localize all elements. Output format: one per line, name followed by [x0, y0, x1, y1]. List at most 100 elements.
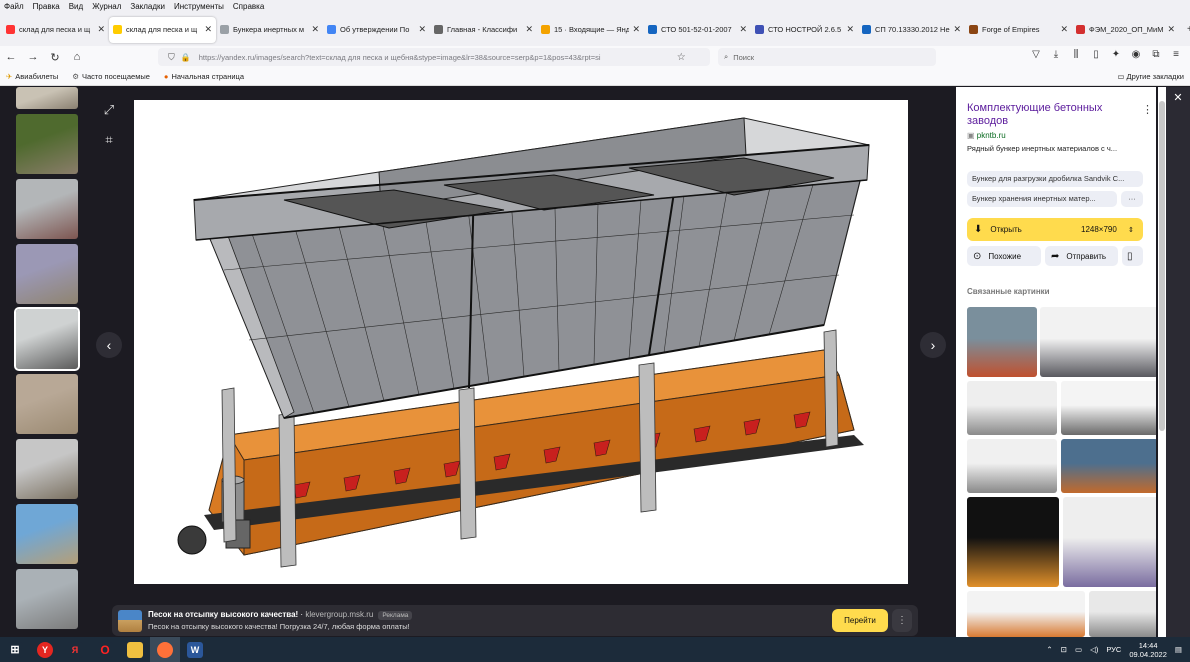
chevron-up-icon[interactable]: ⌃ — [1046, 645, 1052, 654]
open-button[interactable]: ⬇ Открыть 1248×790 ⇕ — [967, 218, 1143, 241]
menu-item[interactable]: Закладки — [130, 2, 165, 11]
panel-scrollbar[interactable] — [1158, 87, 1166, 637]
close-tab-icon[interactable]: ✕ — [953, 24, 961, 35]
browser-tab[interactable]: СТО НОСТРОЙ 2.6.5 ✕ — [751, 17, 858, 43]
related-image[interactable] — [1063, 497, 1156, 587]
notifications-icon[interactable]: ▤ — [1175, 645, 1182, 654]
related-image[interactable] — [967, 497, 1059, 587]
taskbar-yandex-browser[interactable]: Y — [30, 637, 60, 662]
bookmark-aviabilety[interactable]: ✈ Авиабилеты — [6, 72, 58, 81]
close-tab-icon[interactable]: ✕ — [1060, 24, 1068, 35]
thumbnail[interactable] — [14, 307, 80, 371]
sidebar-icon[interactable]: ▯ — [1086, 49, 1106, 60]
related-image[interactable] — [967, 591, 1085, 637]
clock[interactable]: 14:44 09.04.2022 — [1129, 641, 1167, 659]
thumbnail[interactable] — [16, 374, 78, 434]
prev-image-button[interactable]: ‹ — [96, 332, 122, 358]
start-button[interactable]: ⊞ — [0, 637, 30, 662]
ad-title[interactable]: Песок на отсыпку высокого качества! — [148, 610, 298, 619]
other-bookmarks[interactable]: ▭ Другие закладки — [1117, 72, 1184, 81]
forward-icon[interactable]: → — [22, 51, 44, 63]
close-tab-icon[interactable]: ✕ — [525, 24, 533, 35]
related-image[interactable] — [1040, 307, 1156, 377]
ad-banner[interactable]: Песок на отсыпку высокого качества! · kl… — [112, 605, 918, 636]
menu-item[interactable]: Справка — [233, 2, 264, 11]
close-tab-icon[interactable]: ✕ — [204, 24, 212, 35]
bookmark-frequent[interactable]: ⚙ Часто посещаемые — [72, 72, 150, 81]
main-image[interactable] — [134, 100, 908, 584]
share-button[interactable]: ➦ Отправить — [1045, 246, 1118, 266]
next-image-button[interactable]: › — [920, 332, 946, 358]
browser-tab[interactable]: 15 · Входящие — Янд ✕ — [537, 17, 644, 43]
menu-icon[interactable]: ≡ — [1166, 49, 1186, 60]
fullscreen-icon[interactable]: ⤢ — [98, 99, 120, 121]
star-icon[interactable]: ☆ — [677, 52, 686, 63]
related-image[interactable] — [967, 381, 1057, 435]
browser-tab[interactable]: ФЭМ_2020_ОП_МиМ.p ✕ — [1072, 17, 1179, 43]
account-icon[interactable]: ◉ — [1126, 49, 1146, 60]
crop-icon[interactable]: ⌗ — [98, 129, 120, 151]
close-tab-icon[interactable]: ✕ — [311, 24, 319, 35]
similar-button[interactable]: ⊙ Похожие — [967, 246, 1041, 266]
thumbnail[interactable] — [16, 114, 78, 174]
menu-item[interactable]: Инструменты — [174, 2, 224, 11]
addons-icon[interactable]: ⧉ — [1146, 49, 1166, 60]
thumbnail[interactable] — [16, 439, 78, 499]
browser-tab[interactable]: Об утверждении По ✕ — [323, 17, 430, 43]
taskbar-opera[interactable]: O — [90, 637, 120, 662]
thumbnail[interactable] — [16, 179, 78, 239]
extension-icon[interactable]: ✦ — [1106, 49, 1126, 60]
search-box[interactable]: ⌕ Поиск — [718, 48, 936, 66]
tag-chip-1[interactable]: Бункер для разгрузки дробилка Sandvik C.… — [967, 171, 1143, 187]
close-tab-icon[interactable]: ✕ — [418, 24, 426, 35]
close-viewer-area[interactable]: ✕ — [1166, 87, 1190, 637]
address-bar[interactable]: ⛉ 🔒 https://yandex.ru/images/search?text… — [158, 48, 710, 66]
battery-icon[interactable]: ▭ — [1075, 645, 1082, 654]
close-tab-icon[interactable]: ✕ — [739, 24, 747, 35]
bookmark-home[interactable]: ● Начальная страница — [164, 72, 244, 81]
taskbar-word[interactable]: W — [180, 637, 210, 662]
browser-tab[interactable]: склад для песка и щ ✕ — [109, 16, 216, 43]
tag-chip-2[interactable]: Бункер хранения инертных матер... — [967, 191, 1117, 207]
back-icon[interactable]: ← — [0, 51, 22, 63]
browser-tab[interactable]: Главная - Классифи ✕ — [430, 17, 537, 43]
speaker-icon[interactable]: ◁) — [1090, 645, 1098, 654]
browser-tab[interactable]: склад для песка и щ ✕ — [2, 17, 109, 43]
close-icon[interactable]: ✕ — [1166, 91, 1190, 104]
bookmark-button[interactable]: ▯ — [1122, 246, 1143, 266]
home-icon[interactable]: ⌂ — [66, 51, 88, 63]
related-image[interactable] — [967, 307, 1037, 377]
browser-tab[interactable]: Forge of Empires ✕ — [965, 17, 1072, 43]
taskbar-yandex[interactable]: Я — [60, 637, 90, 662]
ad-more-icon[interactable]: ⋮ — [892, 609, 912, 632]
close-tab-icon[interactable]: ✕ — [632, 24, 640, 35]
menu-item[interactable]: Вид — [69, 2, 83, 11]
ad-site[interactable]: klevergroup.msk.ru — [305, 610, 373, 619]
related-image[interactable] — [1089, 591, 1156, 637]
thumbnail[interactable] — [16, 504, 78, 564]
library-icon[interactable]: ⫼ — [1066, 49, 1086, 60]
related-image[interactable] — [967, 439, 1057, 493]
close-tab-icon[interactable]: ✕ — [1167, 24, 1175, 35]
pocket-icon[interactable]: ▽ — [1026, 49, 1046, 60]
close-tab-icon[interactable]: ✕ — [846, 24, 854, 35]
menu-item[interactable]: Правка — [33, 2, 60, 11]
taskbar-explorer[interactable] — [120, 637, 150, 662]
thumbnail[interactable] — [16, 244, 78, 304]
menu-item[interactable]: Журнал — [92, 2, 121, 11]
thumbnail[interactable] — [16, 569, 78, 629]
ad-go-button[interactable]: Перейти — [832, 609, 888, 632]
reload-icon[interactable]: ↻ — [44, 51, 66, 64]
download-icon[interactable]: ⤓ — [1046, 49, 1066, 60]
browser-tab[interactable]: СП 70.13330.2012 Не ✕ — [858, 17, 965, 43]
language-indicator[interactable]: РУС — [1106, 645, 1121, 654]
source-domain[interactable]: ▣ pkntb.ru — [967, 131, 1006, 140]
thumbnail[interactable] — [16, 87, 78, 109]
browser-tab[interactable]: СТО 501-52-01-2007 ✕ — [644, 17, 751, 43]
related-image[interactable] — [1061, 439, 1156, 493]
source-title[interactable]: Комплектующие бетонных заводов — [967, 102, 1137, 128]
close-tab-icon[interactable]: ✕ — [97, 24, 105, 35]
url-text[interactable]: https://yandex.ru/images/search?text=скл… — [199, 53, 669, 62]
more-chips-button[interactable]: ··· — [1121, 191, 1143, 207]
taskbar-firefox[interactable] — [150, 637, 180, 662]
